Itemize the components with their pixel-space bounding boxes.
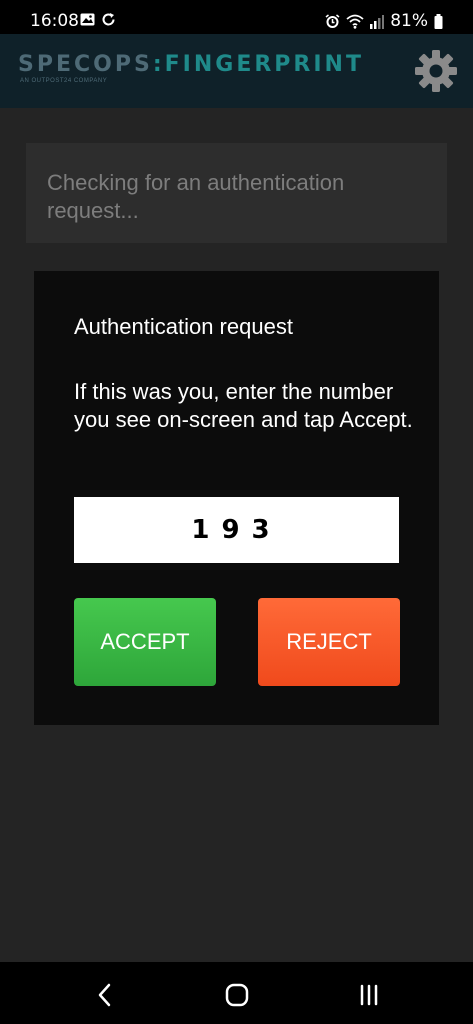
status-time: 16:08 <box>30 11 79 31</box>
logo-subtitle: AN OUTPOST24 COMPANY <box>20 78 108 84</box>
app-logo: SPECOPS:FINGERPRINT <box>18 52 364 77</box>
app-screen: 16:08 81% SPECOPS:FINGERPRINT AN OUTPOST… <box>0 0 473 1024</box>
dialog-message: If this was you, enter the number you se… <box>74 379 413 432</box>
status-card: Checking for an authentication request..… <box>26 143 447 243</box>
gallery-icon <box>80 13 95 26</box>
logo-fingerprint: FINGERPRINT <box>164 52 364 77</box>
authentication-dialog: Authentication request If this was you, … <box>34 271 439 725</box>
sync-icon <box>102 13 115 26</box>
back-chevron-icon <box>98 983 111 1007</box>
signal-icon <box>370 14 385 29</box>
battery-icon <box>434 13 443 29</box>
dialog-title: Authentication request <box>74 314 293 339</box>
code-input[interactable]: 193 <box>74 497 399 563</box>
status-message: Checking for an authentication request..… <box>47 170 345 223</box>
settings-button[interactable] <box>413 48 459 94</box>
logo-separator: : <box>152 52 165 77</box>
accept-button[interactable]: ACCEPT <box>74 598 216 686</box>
home-icon <box>225 983 249 1007</box>
back-button[interactable] <box>88 978 122 1012</box>
battery-percent: 81% <box>390 11 428 31</box>
alarm-icon <box>325 13 340 28</box>
recents-icon <box>360 984 378 1006</box>
reject-button[interactable]: REJECT <box>258 598 400 686</box>
app-header: SPECOPS:FINGERPRINT AN OUTPOST24 COMPANY <box>0 34 473 108</box>
gear-icon <box>415 50 457 92</box>
home-button[interactable] <box>220 978 254 1012</box>
wifi-icon <box>346 14 364 29</box>
system-nav-bar <box>0 962 473 1024</box>
recents-button[interactable] <box>352 978 386 1012</box>
logo-specops: SPECOPS <box>18 52 153 77</box>
reject-button-label: REJECT <box>286 629 372 654</box>
status-right-icons: 81% <box>325 11 443 31</box>
accept-button-label: ACCEPT <box>100 629 190 654</box>
status-notification-icons <box>80 12 116 27</box>
